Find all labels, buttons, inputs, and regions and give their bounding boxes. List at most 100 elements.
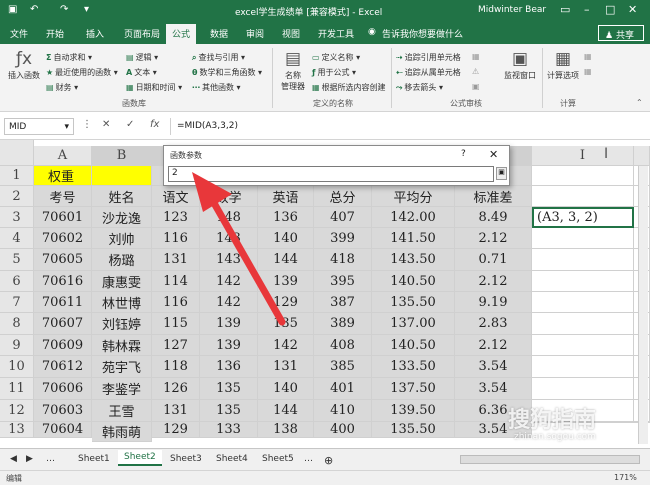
tab-review[interactable]: 审阅 (246, 27, 264, 40)
lookup-button[interactable]: ⌕ 查找与引用 ▾ (192, 52, 245, 63)
error-checking-icon[interactable]: ⚠ (472, 67, 479, 76)
column-header[interactable]: A (34, 146, 92, 166)
data-cell[interactable]: 118 (152, 356, 200, 378)
insert-function-button[interactable]: ƒx 插入函数 (4, 48, 44, 81)
logical-button[interactable]: ▤ 逻辑 ▾ (126, 52, 158, 63)
column-title[interactable]: 姓名 (92, 186, 152, 207)
cell[interactable] (92, 166, 152, 186)
cell[interactable] (532, 228, 634, 249)
data-cell[interactable]: 139 (258, 271, 314, 292)
date-time-button[interactable]: ▦ 日期和时间 ▾ (126, 82, 182, 93)
tab-data[interactable]: 数据 (210, 27, 228, 40)
data-cell[interactable]: 139 (200, 313, 258, 335)
column-title[interactable]: 总分 (314, 186, 372, 207)
evaluate-formula-icon[interactable]: ▣ (472, 82, 480, 91)
data-cell[interactable]: 135 (200, 378, 258, 400)
more-sheets-icon[interactable]: … (40, 452, 61, 466)
define-name-button[interactable]: ▭ 定义名称 ▾ (312, 52, 360, 63)
cell[interactable] (532, 292, 634, 313)
data-cell[interactable]: 407 (314, 207, 372, 228)
data-cell[interactable]: 116 (152, 228, 200, 249)
tab-home[interactable]: 开始 (46, 27, 64, 40)
close-icon[interactable]: ✕ (489, 148, 498, 161)
data-cell[interactable]: 126 (152, 378, 200, 400)
recently-used-button[interactable]: ★ 最近使用的函数 ▾ (46, 67, 118, 78)
column-title[interactable]: 数学 (200, 186, 258, 207)
zoom-level[interactable]: 171% (614, 473, 637, 482)
data-cell[interactable]: 70609 (34, 335, 92, 356)
undo-icon[interactable]: ↶ (30, 4, 38, 15)
data-cell[interactable]: 70607 (34, 313, 92, 335)
help-icon[interactable]: ? (461, 149, 466, 159)
data-cell[interactable]: 70601 (34, 207, 92, 228)
data-cell[interactable]: 沙龙逸 (92, 207, 152, 228)
data-cell[interactable]: 2.12 (455, 335, 532, 356)
data-cell[interactable]: 70616 (34, 271, 92, 292)
row-header[interactable]: 6 (0, 271, 34, 292)
data-cell[interactable]: 70606 (34, 378, 92, 400)
data-cell[interactable]: 401 (314, 378, 372, 400)
column-header[interactable]: I (532, 146, 634, 166)
data-cell[interactable]: 144 (258, 249, 314, 271)
data-cell[interactable]: 137.50 (372, 378, 455, 400)
data-cell[interactable]: 135 (258, 313, 314, 335)
cell[interactable] (532, 356, 634, 378)
name-manager-button[interactable]: ▤ 名称 管理器 (276, 48, 310, 92)
expand-dialog-icon[interactable]: ▣ (496, 167, 507, 180)
data-cell[interactable]: 129 (152, 422, 200, 438)
row-header[interactable]: 4 (0, 228, 34, 249)
data-cell[interactable]: 0.71 (455, 249, 532, 271)
data-cell[interactable]: 131 (152, 400, 200, 422)
data-cell[interactable]: 389 (314, 313, 372, 335)
cell[interactable] (532, 271, 634, 292)
data-cell[interactable]: 133.50 (372, 356, 455, 378)
sheet-tab-3[interactable]: Sheet3 (164, 452, 208, 466)
cell-weight-label[interactable]: 权重 (34, 166, 92, 186)
save-icon[interactable]: ▣ (8, 4, 17, 15)
data-cell[interactable]: 141.50 (372, 228, 455, 249)
data-cell[interactable]: 苑宇飞 (92, 356, 152, 378)
data-cell[interactable]: 123 (152, 207, 200, 228)
quick-access-menu-icon[interactable]: ▾ (84, 4, 89, 15)
row-header[interactable]: 7 (0, 292, 34, 313)
data-cell[interactable]: 400 (314, 422, 372, 438)
data-cell[interactable]: 刘帅 (92, 228, 152, 249)
remove-arrows-button[interactable]: ⤳ 移去箭头 ▾ (396, 82, 443, 93)
enter-icon[interactable]: ✓ (126, 119, 134, 130)
data-cell[interactable]: 133 (200, 422, 258, 438)
trace-precedents-button[interactable]: ⇢ 追踪引用单元格 (396, 52, 461, 63)
data-cell[interactable]: 418 (314, 249, 372, 271)
row-header[interactable]: 8 (0, 313, 34, 335)
tab-formulas[interactable]: 公式 (166, 24, 197, 44)
data-cell[interactable]: 143.50 (372, 249, 455, 271)
data-cell[interactable]: 136 (258, 207, 314, 228)
cell[interactable] (532, 186, 634, 207)
create-from-selection-button[interactable]: ▦ 根据所选内容创建 (312, 82, 386, 93)
watch-window-button[interactable]: ▣ 监视窗口 (500, 48, 540, 81)
data-cell[interactable]: 8.49 (455, 207, 532, 228)
redo-icon[interactable]: ↷ (60, 4, 68, 15)
ribbon-display-icon[interactable]: ▭ (560, 3, 570, 16)
data-cell[interactable]: 142 (200, 271, 258, 292)
data-cell[interactable]: 3.54 (455, 356, 532, 378)
cell[interactable] (532, 378, 634, 400)
data-cell[interactable]: 385 (314, 356, 372, 378)
trace-dependents-button[interactable]: ⇠ 追踪从属单元格 (396, 67, 461, 78)
cell[interactable] (532, 335, 634, 356)
data-cell[interactable]: 399 (314, 228, 372, 249)
close-window-icon[interactable]: ✕ (628, 3, 637, 16)
cell[interactable] (532, 166, 634, 186)
more-sheets-icon[interactable]: … (298, 452, 319, 466)
tab-file[interactable]: 文件 (10, 27, 28, 40)
horizontal-scrollbar[interactable] (460, 455, 640, 464)
sheet-tab-2[interactable]: Sheet2 (118, 450, 162, 466)
row-header[interactable]: 13 (0, 422, 34, 438)
data-cell[interactable]: 137.00 (372, 313, 455, 335)
sheet-tab-1[interactable]: Sheet1 (72, 452, 116, 466)
data-cell[interactable]: 李鉴学 (92, 378, 152, 400)
data-cell[interactable]: 140.50 (372, 335, 455, 356)
row-header[interactable]: 10 (0, 356, 34, 378)
data-cell[interactable]: 408 (314, 335, 372, 356)
data-cell[interactable]: 136 (200, 356, 258, 378)
data-cell[interactable]: 杨璐 (92, 249, 152, 271)
